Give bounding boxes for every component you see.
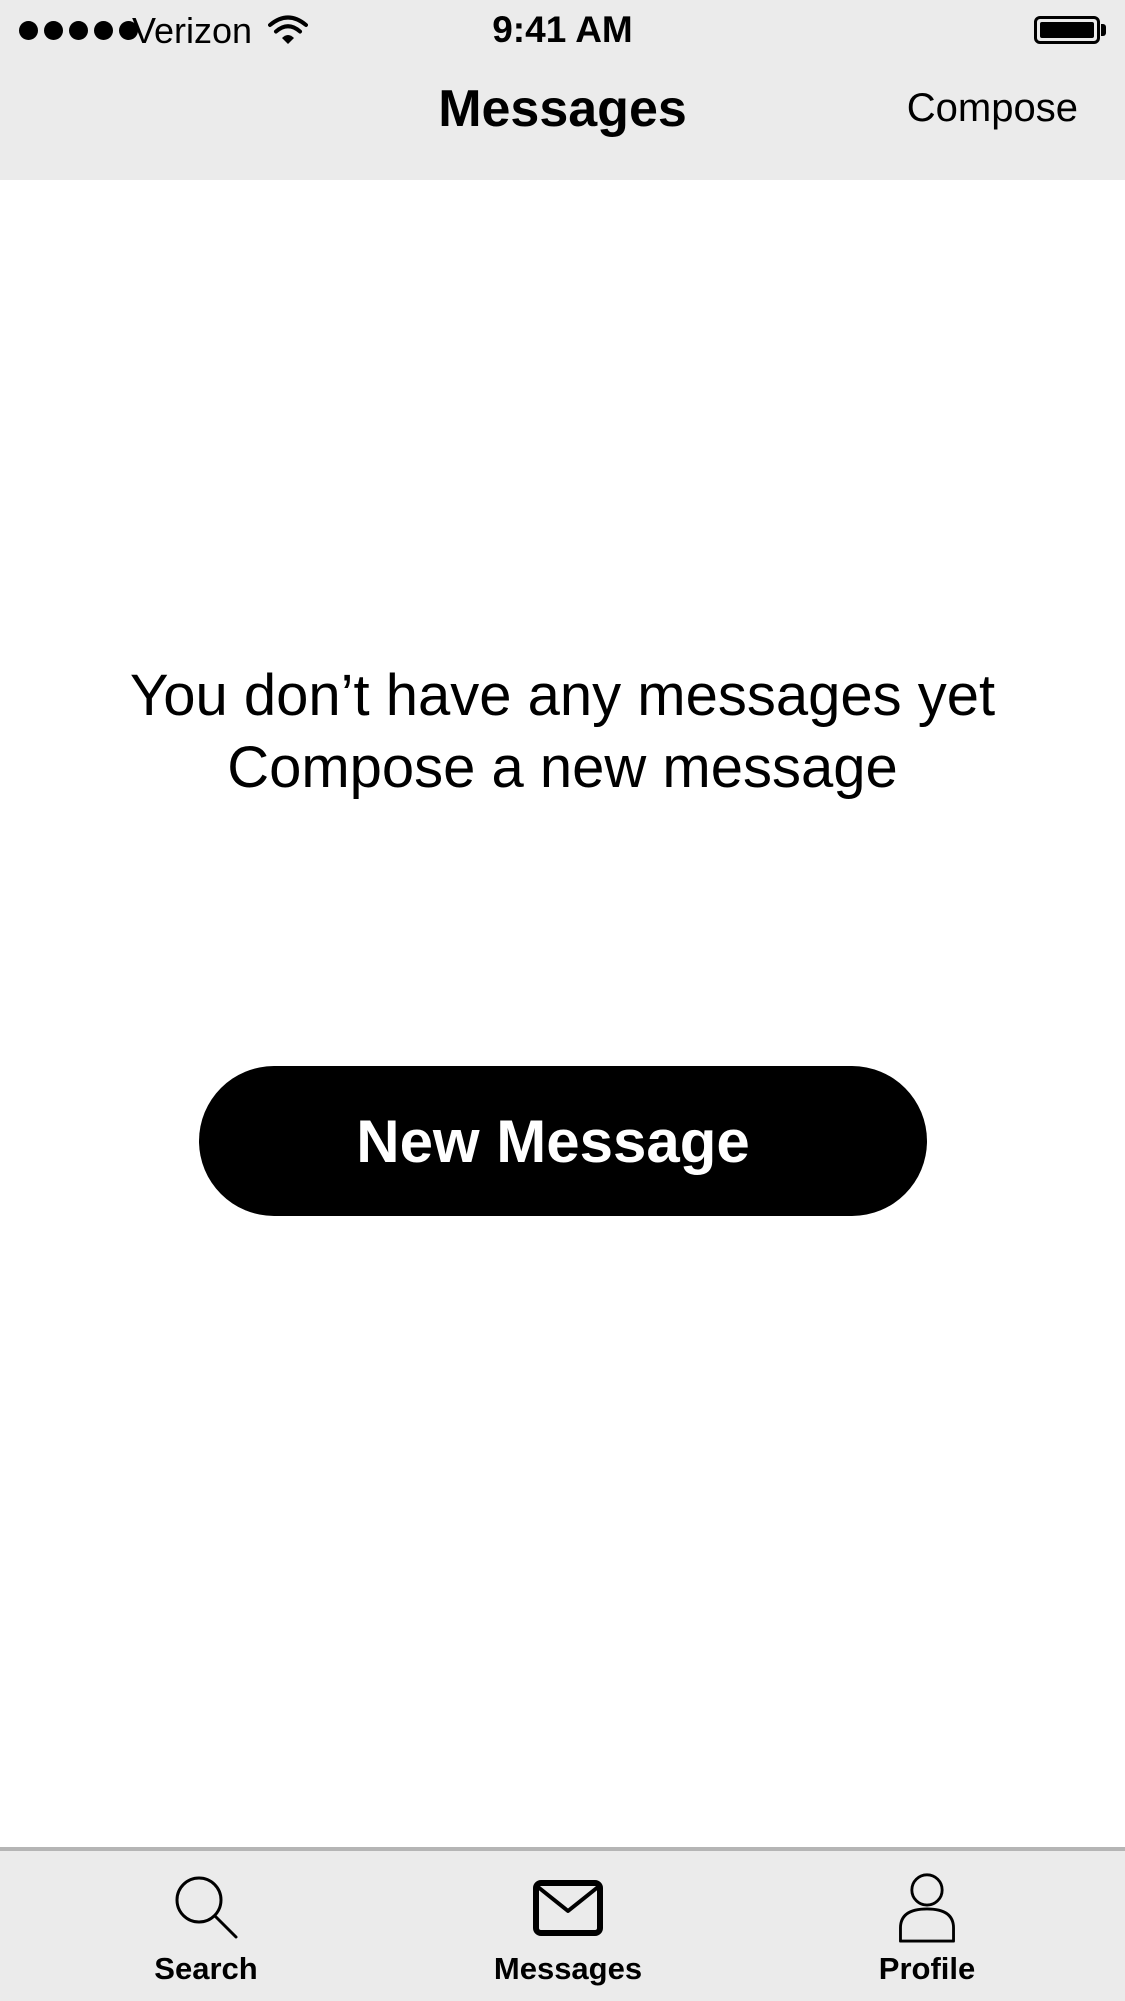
tab-search[interactable]: Search (76, 1851, 336, 2001)
search-icon (175, 1876, 238, 1939)
new-message-button[interactable]: New Message (199, 1066, 927, 1216)
person-icon (899, 1873, 955, 1943)
empty-state-line-1: You don’t have any messages yet (129, 663, 996, 728)
empty-state-line-2: Compose a new message (227, 735, 898, 800)
compose-button[interactable]: Compose (907, 83, 1078, 133)
tab-profile-label: Profile (878, 1951, 976, 1986)
tab-bar: Search Messages Profile (0, 1847, 1125, 2001)
tab-search-label: Search (154, 1951, 258, 1986)
battery-tip (1101, 24, 1106, 36)
tab-messages-label: Messages (493, 1951, 643, 1986)
tab-messages[interactable]: Messages (438, 1851, 698, 2001)
envelope-icon (533, 1880, 603, 1936)
status-bar: Verizon 9:41 AM (0, 0, 1125, 62)
battery-icon (1034, 16, 1100, 44)
tab-profile[interactable]: Profile (797, 1851, 1057, 2001)
empty-state-message: You don’t have any messages yet Compose … (0, 660, 1125, 804)
status-time: 9:41 AM (492, 9, 633, 50)
navigation-header: Verizon 9:41 AM Messages Compose (0, 0, 1125, 180)
